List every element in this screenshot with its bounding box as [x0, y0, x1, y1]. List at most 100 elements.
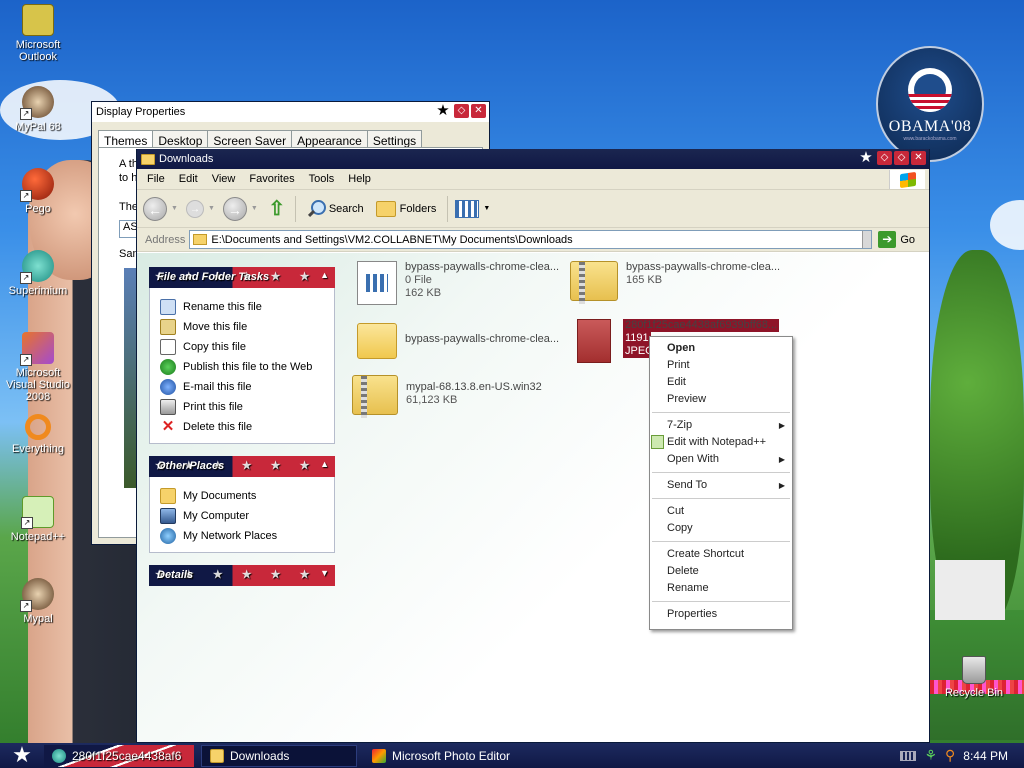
desktop-icon-label: Microsoft Visual Studio 2008: [5, 367, 70, 403]
menu-tools[interactable]: Tools: [302, 173, 342, 185]
panel-header[interactable]: Details ▼: [149, 565, 335, 586]
obama-logo-icon: [908, 68, 952, 112]
minimize-star-icon[interactable]: ★: [434, 103, 452, 118]
task-print[interactable]: Print this file: [160, 397, 324, 417]
folder-item[interactable]: bypass-paywalls-chrome-clea...: [357, 323, 559, 359]
up-folder-button[interactable]: ⇧: [266, 198, 288, 220]
context-menu-item-edit-with-notepad[interactable]: Edit with Notepad++: [650, 434, 792, 451]
collapse-icon[interactable]: ▲: [320, 459, 329, 469]
place-my-network[interactable]: My Network Places: [160, 526, 324, 546]
desktop-icon-label: Everything: [12, 443, 64, 455]
search-tray-icon[interactable]: ⚲: [945, 747, 955, 764]
context-menu-item-properties[interactable]: Properties: [650, 606, 792, 623]
address-label: Address: [145, 233, 186, 246]
menu-item-label: Edit with Notepad++: [667, 436, 767, 448]
context-menu-item-print[interactable]: Print: [650, 357, 792, 374]
context-menu-item-preview[interactable]: Preview: [650, 391, 792, 408]
task-move[interactable]: Move this file: [160, 317, 324, 337]
place-my-computer[interactable]: My Computer: [160, 506, 324, 526]
forward-button-disabled[interactable]: →: [185, 199, 204, 218]
close-button[interactable]: ✕: [911, 151, 926, 165]
context-menu: Open Print Edit Preview 7-Zip ▶ Edit with Note…: [649, 336, 793, 630]
close-button[interactable]: ✕: [471, 104, 486, 118]
file-name: 280f1f25cae4438af6939bff68...: [623, 319, 780, 332]
panel-header[interactable]: Other Places ▲: [149, 456, 335, 477]
views-icon[interactable]: [455, 199, 480, 218]
forward-dropdown-icon[interactable]: ▼: [208, 205, 215, 212]
desktop-icon-visual-studio[interactable]: Microsoft Visual Studio 2008: [0, 332, 76, 403]
context-menu-item-create-shortcut[interactable]: Create Shortcut: [650, 546, 792, 563]
notepadpp-icon: [21, 496, 54, 529]
task-delete[interactable]: ✕ Delete this file: [160, 417, 324, 437]
context-menu-item-send-to[interactable]: Send To ▶: [650, 477, 792, 494]
task-label: Delete this file: [183, 421, 253, 433]
expand-icon[interactable]: ▼: [320, 568, 329, 578]
address-bar: Address E:\Documents and Settings\VM2.CO…: [137, 228, 929, 252]
folders-button[interactable]: Folders: [372, 200, 441, 217]
desktop-icon-superimium[interactable]: Superimium: [0, 250, 76, 297]
context-menu-item-open-with[interactable]: Open With ▶: [650, 451, 792, 468]
desktop-icon-pego[interactable]: Pego: [0, 168, 76, 215]
task-copy[interactable]: Copy this file: [160, 337, 324, 357]
windows-logo-icon: [889, 170, 925, 189]
network-tray-icon[interactable]: ⚘: [924, 747, 937, 764]
start-button[interactable]: ★: [0, 743, 44, 768]
context-menu-item-edit[interactable]: Edit: [650, 374, 792, 391]
address-dropdown-icon[interactable]: [862, 231, 872, 248]
collapse-icon[interactable]: ▲: [320, 270, 329, 280]
task-rename[interactable]: Rename this file: [160, 297, 324, 317]
explorer-window[interactable]: Downloads ★ ◇ ◇ ✕ File Edit View Favorit…: [136, 149, 930, 743]
desktop-icon-outlook[interactable]: Microsoft Outlook: [0, 4, 76, 63]
context-menu-item-open[interactable]: Open: [650, 340, 792, 357]
menu-view[interactable]: View: [205, 173, 243, 185]
context-menu-item-delete[interactable]: Delete: [650, 563, 792, 580]
desktop-icon-label: Superimium: [8, 285, 68, 297]
maximize-button[interactable]: ◇: [894, 151, 909, 165]
taskbar-button-photo-editor[interactable]: Microsoft Photo Editor: [364, 745, 534, 767]
keyboard-icon[interactable]: [900, 750, 917, 761]
menu-edit[interactable]: Edit: [172, 173, 205, 185]
context-menu-item-7-zip[interactable]: 7-Zip ▶: [650, 417, 792, 434]
place-my-documents[interactable]: My Documents: [160, 486, 324, 506]
taskbar-button-downloads[interactable]: Downloads: [201, 745, 357, 767]
desktop-icon-mypal68[interactable]: MyPal 68: [0, 86, 76, 133]
minimize-star-icon[interactable]: ★: [857, 150, 875, 165]
task-publish[interactable]: Publish this file to the Web: [160, 357, 324, 377]
menu-favorites[interactable]: Favorites: [242, 173, 301, 185]
title-bar[interactable]: Display Properties ★ ◇ ✕: [92, 102, 489, 122]
menu-help[interactable]: Help: [341, 173, 378, 185]
toolbar: ← ▼ → ▼ → ▼ ⇧ Search Folders ▼: [137, 190, 929, 228]
search-button[interactable]: Search: [303, 199, 368, 218]
network-icon: [160, 528, 176, 544]
desktop-icon-everything[interactable]: Everything: [0, 414, 76, 455]
panel-header[interactable]: File and Folder Tasks ▲: [149, 267, 335, 288]
window-title: Downloads: [159, 153, 214, 165]
file-item[interactable]: bypass-paywalls-chrome-clea... 165 KB: [570, 261, 780, 304]
desktop-icon-mypal[interactable]: Mypal: [0, 578, 76, 625]
obama-badge: OBAMA'08 www.barackobama.com: [876, 46, 984, 162]
forward-button[interactable]: →: [222, 196, 247, 221]
file-item[interactable]: bypass-paywalls-chrome-clea... 0 File 16…: [357, 261, 559, 305]
clock[interactable]: 8:44 PM: [963, 749, 1008, 763]
back-button[interactable]: ←: [143, 196, 167, 221]
search-label: Search: [328, 202, 364, 215]
context-menu-item-copy[interactable]: Copy: [650, 520, 792, 537]
desktop-icon-recycle-bin[interactable]: Recycle Bin: [936, 656, 1012, 699]
menu-item-label: Create Shortcut: [667, 548, 745, 560]
task-email[interactable]: E-mail this file: [160, 377, 324, 397]
go-button[interactable]: ➔ Go: [878, 231, 915, 248]
desktop-icon-notepadpp[interactable]: Notepad++: [0, 496, 76, 543]
file-item[interactable]: mypal-68.13.8.en-US.win32 61,123 KB: [352, 375, 542, 418]
maximize-button[interactable]: ◇: [454, 104, 469, 118]
address-input[interactable]: E:\Documents and Settings\VM2.COLLABNET\…: [189, 230, 873, 249]
forward-history-dropdown-icon[interactable]: ▼: [251, 205, 258, 212]
views-dropdown-icon[interactable]: ▼: [483, 205, 490, 212]
taskbar-button-image[interactable]: 280f1f25cae4438af6: [44, 745, 194, 767]
context-menu-item-rename[interactable]: Rename: [650, 580, 792, 597]
menu-file[interactable]: File: [140, 173, 172, 185]
restore-button[interactable]: ◇: [877, 151, 892, 165]
context-menu-item-cut[interactable]: Cut: [650, 503, 792, 520]
title-bar[interactable]: Downloads ★ ◇ ◇ ✕: [137, 149, 929, 169]
submenu-arrow-icon: ▶: [778, 481, 785, 490]
back-dropdown-icon[interactable]: ▼: [171, 205, 178, 212]
